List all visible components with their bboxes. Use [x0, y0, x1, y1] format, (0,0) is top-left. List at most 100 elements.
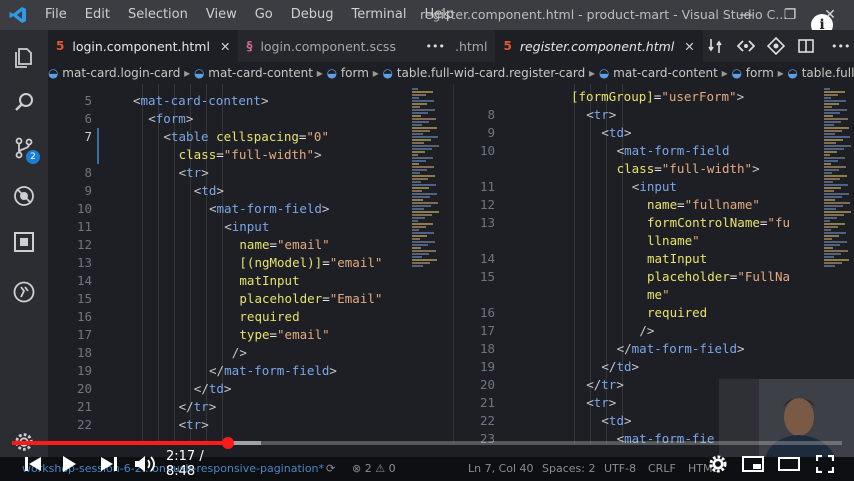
- breadcrumb-item[interactable]: ▸ ◒ form: [718, 66, 774, 80]
- minimap-line: [824, 166, 846, 168]
- minimap-line: [412, 100, 434, 102]
- menu-item-edit[interactable]: Edit: [76, 0, 119, 30]
- next-icon[interactable]: [94, 447, 124, 481]
- left-editor[interactable]: 5 <mat-card-content> 6 <form> 7 <table cellsp…: [48, 84, 453, 444]
- miniplayer-icon[interactable]: [738, 447, 768, 481]
- minimap-line: [412, 124, 422, 126]
- breadcrumb-item[interactable]: ▸ ◒ mat-card-content: [180, 66, 313, 80]
- remote-icon[interactable]: [0, 270, 48, 314]
- tab-register-component-html[interactable]: 5 register.component.html ✕: [495, 30, 703, 62]
- debug-icon[interactable]: [0, 174, 48, 218]
- code-line[interactable]: 22 <tr>: [48, 416, 408, 434]
- preview-diamond-icon[interactable]: [766, 36, 786, 58]
- minimap-line: [412, 103, 427, 105]
- play-icon[interactable]: [54, 447, 84, 481]
- minimap-line: [412, 130, 430, 132]
- code-line[interactable]: class="full-width">: [454, 160, 819, 178]
- tab-login-component-html[interactable]: 5 login.component.html ✕: [48, 30, 239, 62]
- breadcrumb-item[interactable]: ◒ mat-card.login-card: [48, 66, 180, 80]
- code-line[interactable]: 18 </mat-form-field>: [454, 340, 819, 358]
- code-line[interactable]: 10 <mat-form-field>: [48, 200, 408, 218]
- code-line[interactable]: 9 <td>: [454, 124, 819, 142]
- code-line[interactable]: 19 </td>: [454, 358, 819, 376]
- volume-icon[interactable]: [130, 447, 160, 481]
- code-line[interactable]: 15 placeholder="Email": [48, 290, 408, 308]
- code-line[interactable]: 17 />: [454, 322, 819, 340]
- compare-changes-icon[interactable]: [707, 37, 723, 58]
- close-tab-button[interactable]: ✕: [684, 39, 694, 54]
- code-line[interactable]: 9 <td>: [48, 182, 408, 200]
- source-control-icon[interactable]: 2: [0, 126, 48, 170]
- code-line[interactable]: 21 </tr>: [48, 398, 408, 416]
- menu-item-selection[interactable]: Selection: [119, 0, 197, 30]
- code-line[interactable]: 7 <table cellspacing="0": [48, 128, 408, 146]
- menu-item-file[interactable]: File: [36, 0, 76, 30]
- code-text: class="full-width">: [616, 161, 760, 176]
- minimap-line: [412, 163, 419, 165]
- code-line[interactable]: 15 placeholder="FullNa: [454, 268, 819, 286]
- code-line[interactable]: 8 <tr>: [48, 164, 408, 182]
- code-line[interactable]: 17 type="email": [48, 326, 408, 344]
- minimap-line: [412, 175, 435, 177]
- code-line[interactable]: 14 matInput: [48, 272, 408, 290]
- code-line[interactable]: 13 formControlName="fu: [454, 214, 819, 232]
- vscode-logo-icon[interactable]: [0, 0, 36, 30]
- minimap-line: [412, 142, 424, 144]
- breadcrumb-item[interactable]: ▸ ◒ table.full-width: [774, 66, 854, 80]
- code-line[interactable]: 18 />: [48, 344, 408, 362]
- explorer-icon[interactable]: [0, 36, 48, 80]
- code-line[interactable]: [formGroup]="userForm">: [454, 88, 819, 106]
- code-text: [(ngModel)]="email": [239, 255, 383, 270]
- code-line[interactable]: llname": [454, 232, 819, 250]
- code-line[interactable]: 16 required: [454, 304, 819, 322]
- breadcrumb-item[interactable]: ▸ ◒ form: [313, 66, 369, 80]
- code-line[interactable]: 16 required: [48, 308, 408, 326]
- theater-mode-icon[interactable]: [774, 447, 804, 481]
- maximize-button[interactable]: ❐: [770, 0, 810, 30]
- code-line[interactable]: 6 <form>: [48, 110, 408, 128]
- video-progress-bar[interactable]: [12, 437, 842, 449]
- code-line[interactable]: class="full-width">: [48, 146, 408, 164]
- breadcrumb-item[interactable]: ▸ ◒ table.full-wid-card.register-card: [368, 66, 586, 80]
- breadcrumb-item[interactable]: ▸ ◒ mat-card-content: [585, 66, 718, 80]
- tab-partial-html[interactable]: .html: [453, 30, 495, 62]
- menu-item-view[interactable]: View: [197, 0, 246, 30]
- minimap-line: [412, 112, 428, 114]
- search-icon[interactable]: [0, 80, 48, 124]
- menu-item-go[interactable]: Go: [246, 0, 282, 30]
- more-actions-button[interactable]: •••: [426, 40, 445, 53]
- code-line[interactable]: 12 name="email": [48, 236, 408, 254]
- code-line[interactable]: 13 [(ngModel)]="email": [48, 254, 408, 272]
- minimap-line: [412, 196, 430, 198]
- code-line[interactable]: 20 </td>: [48, 380, 408, 398]
- code-line[interactable]: me": [454, 286, 819, 304]
- minimize-button[interactable]: —: [726, 0, 766, 30]
- fullscreen-icon[interactable]: [810, 447, 840, 481]
- minimap-line: [824, 208, 836, 210]
- previous-icon[interactable]: [18, 447, 48, 481]
- code-line[interactable]: 11 <input: [454, 178, 819, 196]
- code-line[interactable]: 5 <mat-card-content>: [48, 92, 408, 110]
- code-line[interactable]: 11 <input: [48, 218, 408, 236]
- menu-item-terminal[interactable]: Terminal: [343, 0, 416, 30]
- menu-item-debug[interactable]: Debug: [282, 0, 343, 30]
- extensions-icon[interactable]: [0, 220, 48, 264]
- code-line[interactable]: 10 <mat-form-field: [454, 142, 819, 160]
- settings-gear-icon[interactable]: [704, 447, 732, 481]
- minimap-line: [824, 229, 831, 231]
- code-text: name="email": [239, 237, 330, 252]
- code-line[interactable]: 12 name="fullname": [454, 196, 819, 214]
- code-line[interactable]: 14 matInput: [454, 250, 819, 268]
- code-line[interactable]: 8 <tr>: [454, 106, 819, 124]
- split-editor-icon[interactable]: [797, 37, 815, 58]
- minimap-line: [824, 184, 848, 186]
- tab-login-component-scss[interactable]: § login.component.scss: [238, 30, 404, 62]
- breadcrumb-label: form: [340, 66, 369, 80]
- open-changes-icon[interactable]: [736, 38, 756, 57]
- line-number: 18: [479, 341, 495, 356]
- more-actions-button[interactable]: •••: [831, 40, 850, 53]
- chevron-right-icon: ▸: [368, 66, 383, 80]
- close-tab-button[interactable]: ✕: [220, 39, 230, 54]
- minimap[interactable]: [410, 84, 442, 444]
- code-line[interactable]: 19 </mat-form-field>: [48, 362, 408, 380]
